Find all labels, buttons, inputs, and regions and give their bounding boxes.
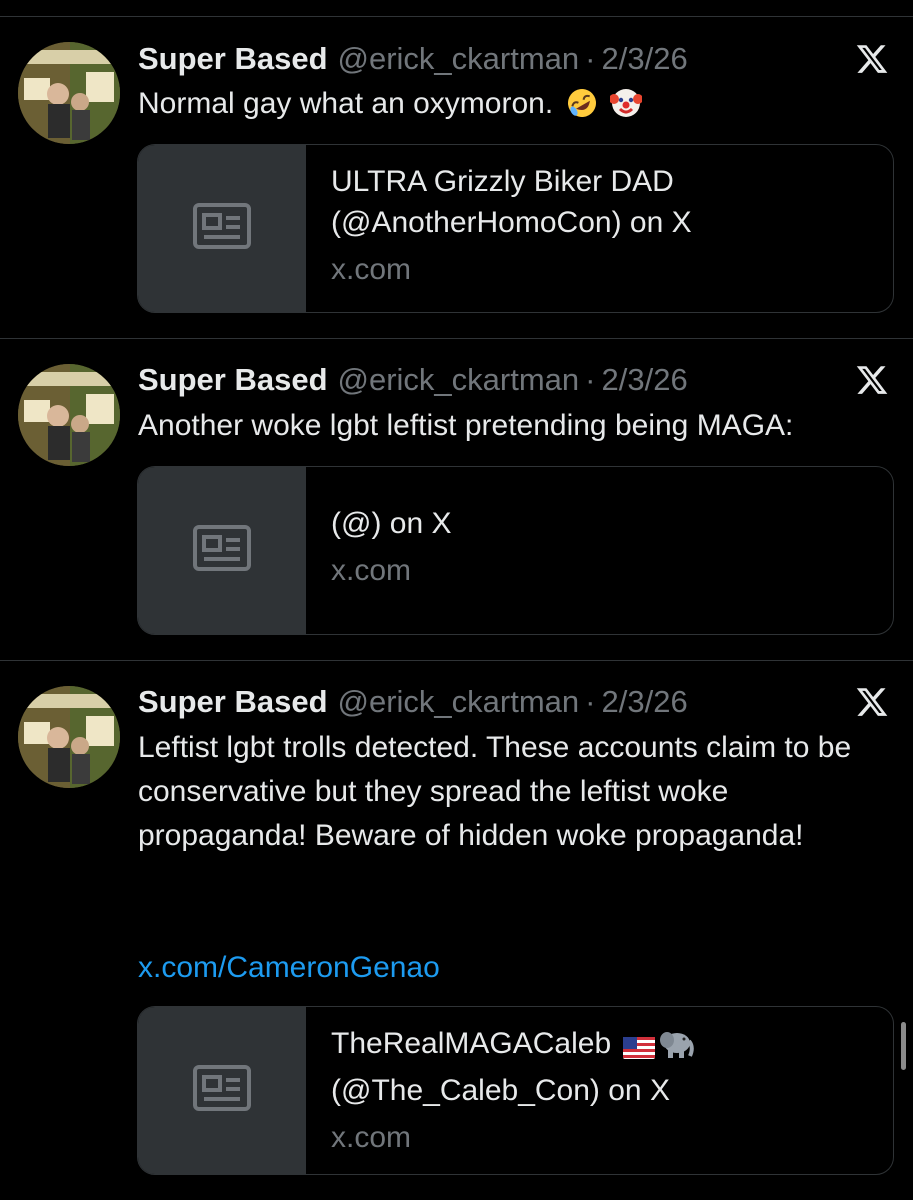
display-name[interactable]: Super Based	[138, 362, 328, 398]
card-body: (@) on X x.com	[331, 503, 877, 591]
link-preview-card[interactable]: (@) on X x.com	[137, 466, 894, 635]
separator-dot: ·	[585, 41, 596, 76]
tweet-date[interactable]: 2/3/26	[602, 684, 688, 720]
avatar[interactable]	[18, 686, 120, 788]
us-flag-emoji	[623, 1029, 656, 1070]
tweet-date[interactable]: 2/3/26	[602, 362, 688, 398]
link-preview-card[interactable]: TheRealMAGACaleb (@The_Caleb_Con) on X x…	[137, 1006, 894, 1175]
rolling-on-floor-laughing-emoji	[566, 87, 598, 132]
tweet-text-content: Another woke lgbt leftist pretending bei…	[138, 409, 794, 442]
display-name[interactable]: Super Based	[138, 41, 328, 77]
x-logo-icon[interactable]	[855, 685, 889, 719]
card-domain: x.com	[331, 1121, 412, 1154]
tweet-link[interactable]: x.com/CameronGenao	[138, 946, 440, 990]
separator-dot: ·	[585, 684, 596, 719]
card-domain: x.com	[331, 554, 412, 587]
avatar[interactable]	[18, 364, 120, 466]
card-thumbnail	[138, 1007, 306, 1174]
separator-dot: ·	[585, 362, 596, 397]
user-handle[interactable]: @erick_ckartman	[338, 362, 580, 398]
user-handle[interactable]: @erick_ckartman	[338, 684, 580, 720]
tweet[interactable]: Super Based @erick_ckartman · 2/3/26 Ano…	[0, 339, 913, 660]
scrollbar[interactable]	[901, 1022, 906, 1070]
tweet-text-content: Leftist lgbt trolls detected. These acco…	[138, 731, 852, 852]
article-icon	[193, 203, 251, 254]
card-thumbnail	[138, 145, 306, 312]
tweet-text: Normal gay what an oxymoron.	[138, 82, 888, 132]
tweet-text-content: Normal gay what an oxymoron.	[138, 87, 554, 120]
card-title: ULTRA Grizzly Biker DAD (@AnotherHomoCon…	[331, 165, 692, 239]
tweet-text: Leftist lgbt trolls detected. These acco…	[138, 726, 883, 858]
tweet[interactable]: Super Based @erick_ckartman · 2/3/26 Nor…	[0, 0, 913, 338]
card-body: TheRealMAGACaleb (@The_Caleb_Con) on X x…	[331, 1023, 877, 1158]
tweet-date[interactable]: 2/3/26	[602, 41, 688, 77]
article-icon	[193, 525, 251, 576]
card-title-line2: (@The_Caleb_Con) on X	[331, 1074, 670, 1107]
tweet-header: Super Based @erick_ckartman · 2/3/26	[138, 682, 688, 722]
x-logo-icon[interactable]	[855, 363, 889, 397]
tweet-header: Super Based @erick_ckartman · 2/3/26	[138, 360, 688, 400]
card-body: ULTRA Grizzly Biker DAD (@AnotherHomoCon…	[331, 161, 877, 290]
clown-face-emoji	[608, 87, 643, 132]
tweet[interactable]: Super Based @erick_ckartman · 2/3/26 Lef…	[0, 661, 913, 1200]
tweet-text: Another woke lgbt leftist pretending bei…	[138, 404, 888, 448]
card-domain: x.com	[331, 253, 412, 286]
user-handle[interactable]: @erick_ckartman	[338, 41, 580, 77]
article-icon	[193, 1065, 251, 1116]
card-title: TheRealMAGACaleb	[331, 1023, 877, 1070]
tweet-header: Super Based @erick_ckartman · 2/3/26	[138, 39, 688, 79]
tweet-feed: Super Based @erick_ckartman · 2/3/26 Nor…	[0, 0, 913, 1200]
card-title-text: TheRealMAGACaleb	[331, 1027, 612, 1060]
card-thumbnail	[138, 467, 306, 634]
avatar[interactable]	[18, 42, 120, 144]
elephant-emoji	[659, 1029, 695, 1070]
display-name[interactable]: Super Based	[138, 684, 328, 720]
x-logo-icon[interactable]	[855, 42, 889, 76]
card-title: (@) on X	[331, 507, 452, 540]
link-preview-card[interactable]: ULTRA Grizzly Biker DAD (@AnotherHomoCon…	[137, 144, 894, 313]
